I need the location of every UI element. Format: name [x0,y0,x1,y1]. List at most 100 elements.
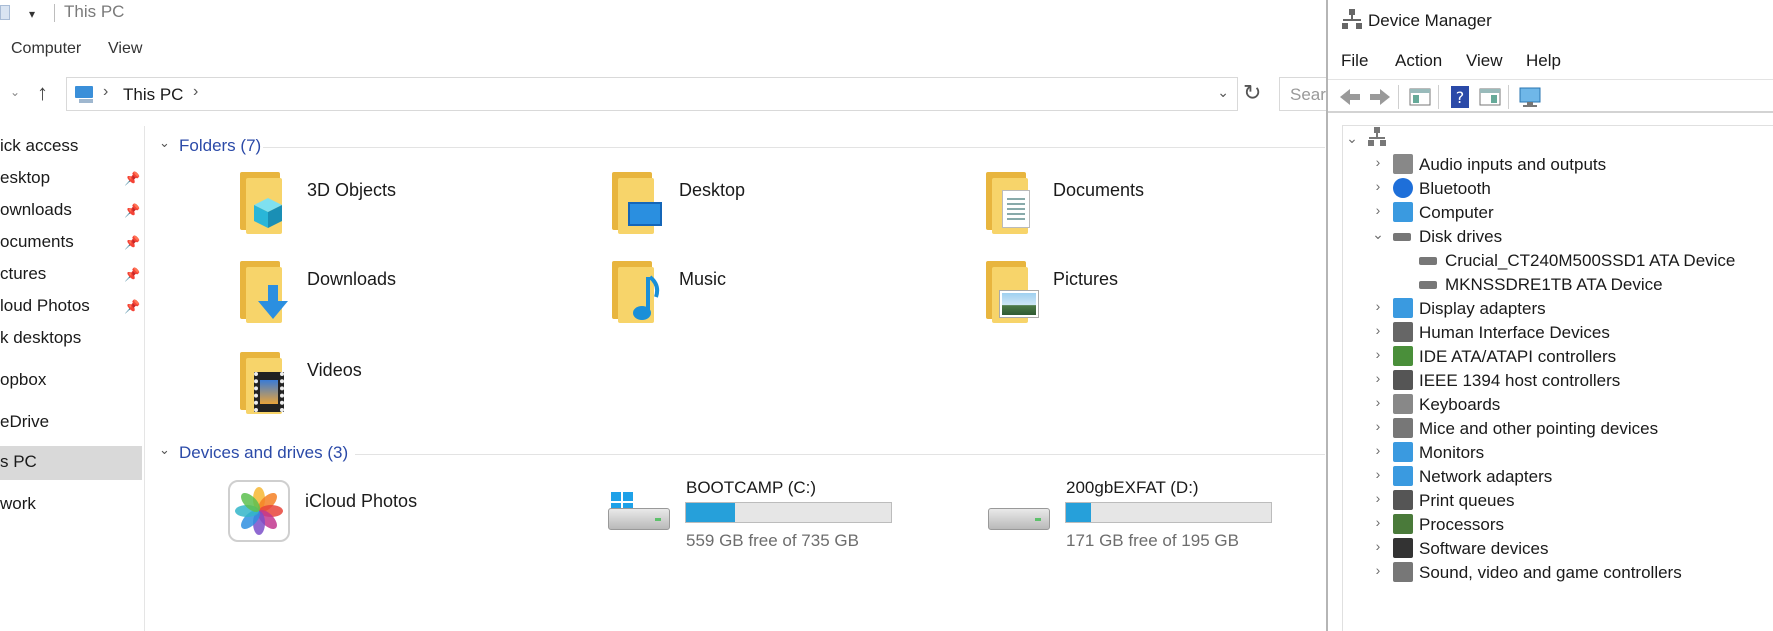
tree-category-item[interactable]: › Mice and other pointing devices [1343,416,1773,440]
tree-category-item[interactable]: › Human Interface Devices [1343,320,1773,344]
back-arrow-icon[interactable] [1338,85,1362,109]
drive-usage-bar [685,502,892,523]
quick-access-toolbar-dropdown[interactable]: ▾ [29,7,35,21]
chevron-right-icon[interactable]: › [1371,490,1385,506]
breadcrumb-chevron-icon[interactable]: › [103,83,108,101]
address-bar[interactable]: › This PC › ⌄ [66,77,1238,111]
tree-category-item[interactable]: › Network adapters [1343,464,1773,488]
chevron-right-icon[interactable]: › [1371,346,1385,362]
tree-category-item[interactable]: › Software devices [1343,536,1773,560]
speaker-icon [1393,154,1413,174]
tab-computer[interactable]: Computer [11,40,81,58]
recent-locations-chevron-icon[interactable]: ⌄ [10,85,20,99]
nav-item-desk-desktops[interactable]: k desktops [0,322,142,356]
chevron-down-icon[interactable]: ⌄ [1371,226,1385,243]
up-arrow-icon[interactable]: ↑ [37,80,48,106]
tree-item-label: Computer [1419,203,1494,222]
folder-tile-documents[interactable]: Documents [984,170,1314,240]
drive-tile-exfat-d[interactable]: 200gbEXFAT (D:) 171 GB free of 195 GB [988,478,1318,558]
nav-item-dropbox[interactable]: opbox [0,364,142,398]
tree-category-item[interactable]: › Processors [1343,512,1773,536]
tree-category-item[interactable]: › Bluetooth [1343,176,1773,200]
breadcrumb-chevron-icon[interactable]: › [193,83,198,101]
drive-tile-bootcamp-c[interactable]: BOOTCAMP (C:) 559 GB free of 735 GB [608,478,928,558]
tree-device-item[interactable]: Crucial_CT240M500SSD1 ATA Device [1343,248,1773,272]
refresh-icon[interactable]: ↻ [1243,80,1261,106]
properties-icon[interactable] [1478,85,1502,109]
nav-item-downloads[interactable]: ownloads 📌 [0,194,142,228]
tab-view[interactable]: View [108,40,142,58]
pin-icon: 📌 [124,171,141,186]
address-dropdown-icon[interactable]: ⌄ [1217,84,1229,101]
drive-usage-fill [686,503,736,522]
nav-item-pictures[interactable]: ctures 📌 [0,258,142,292]
tree-device-item[interactable]: MKNSSDRE1TB ATA Device [1343,272,1773,296]
folder-name: Music [679,269,727,289]
tree-category-item[interactable]: › IEEE 1394 host controllers [1343,368,1773,392]
device-tile-icloud-photos[interactable]: iCloud Photos [228,480,528,555]
chevron-right-icon[interactable]: › [1371,202,1385,218]
scan-hardware-icon[interactable] [1518,85,1542,109]
tree-category-item[interactable]: › Display adapters [1343,296,1773,320]
nav-item-network[interactable]: work [0,488,142,522]
folder-tile-videos[interactable]: Videos [238,350,568,420]
drive-usage-fill [1066,503,1091,522]
folders-group-header[interactable]: ⌄ Folders (7) [155,133,1325,161]
chevron-right-icon[interactable]: › [1371,298,1385,314]
nav-item-documents[interactable]: ocuments 📌 [0,226,142,260]
folder-tile-music[interactable]: Music [610,259,940,329]
chevron-right-icon[interactable]: › [1371,562,1385,578]
tree-category-item[interactable]: › Monitors [1343,440,1773,464]
drive-name: BOOTCAMP (C:) [686,478,817,497]
tree-category-item[interactable]: › Keyboards [1343,392,1773,416]
folder-tile-3d-objects[interactable]: 3D Objects [238,170,568,240]
tree-item-label: Monitors [1419,443,1485,462]
nav-item-desktop[interactable]: esktop 📌 [0,162,142,196]
tree-category-item[interactable]: › Computer [1343,200,1773,224]
chevron-right-icon[interactable]: › [1371,322,1385,338]
folder-tile-downloads[interactable]: Downloads [238,259,568,329]
chevron-right-icon[interactable]: › [1371,178,1385,194]
tree-category-item[interactable]: › Sound, video and game controllers [1343,560,1773,584]
chevron-right-icon[interactable]: › [1371,514,1385,530]
menu-help[interactable]: Help [1526,51,1561,71]
menu-action[interactable]: Action [1395,51,1442,71]
nav-item-onedrive[interactable]: eDrive [0,406,142,440]
tree-category-item[interactable]: › Print queues [1343,488,1773,512]
chevron-right-icon[interactable]: › [1371,154,1385,170]
disk-drive-icon [1393,233,1411,241]
tree-category-item[interactable]: › Audio inputs and outputs [1343,152,1773,176]
folder-tile-desktop[interactable]: Desktop [610,170,940,240]
menu-file[interactable]: File [1341,51,1368,71]
tree-category-item[interactable]: ⌄ Disk drives [1343,224,1773,248]
show-hide-console-tree-icon[interactable] [1408,85,1432,109]
bluetooth-icon [1393,178,1413,198]
menu-bar: File Action View Help [1328,51,1773,75]
chevron-right-icon[interactable]: › [1371,418,1385,434]
chevron-right-icon[interactable]: › [1371,370,1385,386]
tree-category-item[interactable]: › IDE ATA/ATAPI controllers [1343,344,1773,368]
chevron-right-icon[interactable]: › [1371,538,1385,554]
breadcrumb-this-pc[interactable]: This PC [123,85,183,105]
chevron-right-icon[interactable]: › [1371,394,1385,410]
nav-item-quick-access[interactable]: ick access [0,130,142,164]
chevron-right-icon[interactable]: › [1371,442,1385,458]
devices-group-header[interactable]: ⌄ Devices and drives (3) [155,440,1325,468]
chevron-right-icon[interactable]: › [1371,466,1385,482]
tree-root-computer[interactable]: ⌄ [1343,127,1773,152]
tree-item-label: Audio inputs and outputs [1419,155,1607,174]
chevron-down-icon[interactable]: ⌄ [1345,130,1359,147]
folder-name: Desktop [679,180,746,200]
chevron-down-icon[interactable]: ⌄ [159,135,170,151]
forward-arrow-icon[interactable] [1368,85,1392,109]
nav-item-label: k desktops [0,328,82,347]
nav-item-label: ownloads [0,200,72,219]
folder-tile-pictures[interactable]: Pictures [984,259,1314,329]
help-icon[interactable]: ? [1448,85,1472,109]
nav-item-this-pc[interactable]: s PC [0,446,142,480]
chevron-down-icon[interactable]: ⌄ [159,442,170,458]
nav-item-icloud-photos[interactable]: loud Photos 📌 [0,290,142,324]
nav-item-label: opbox [0,370,47,389]
menu-view[interactable]: View [1466,51,1503,71]
music-folder-icon [610,261,664,323]
